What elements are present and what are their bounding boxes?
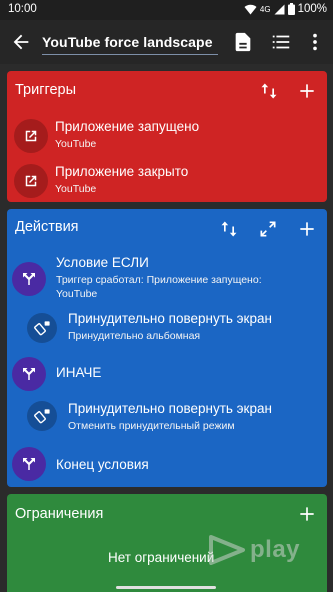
rotate-lock-icon [33, 408, 50, 423]
status-indicators: 4G 100% [244, 3, 327, 15]
signal-icon [274, 4, 285, 14]
action-icon-bg [27, 401, 57, 431]
trigger-icon-bg [14, 164, 48, 198]
macro-name-field[interactable]: YouTube force landscape [42, 30, 218, 55]
more-vert-icon[interactable] [304, 31, 326, 53]
expand-icon[interactable] [258, 219, 278, 239]
network-type: 4G [259, 5, 271, 14]
action-sub: Принудительно альбомная [68, 330, 201, 342]
trigger-sub: YouTube [55, 183, 97, 195]
battery-icon [287, 3, 295, 15]
action-sub-2: YouTube [56, 288, 98, 300]
add-constraint-icon[interactable] [297, 504, 317, 524]
split-icon [23, 273, 35, 285]
status-time: 10:00 [8, 3, 37, 15]
action-icon-bg [27, 313, 57, 343]
add-action-icon[interactable] [297, 219, 317, 239]
open-external-icon [25, 130, 37, 142]
list-icon[interactable] [270, 31, 292, 53]
rotate-lock-icon [33, 320, 50, 335]
action-icon-bg [12, 357, 46, 391]
add-trigger-icon[interactable] [297, 81, 317, 101]
open-external-icon [25, 175, 37, 187]
split-icon [23, 368, 35, 380]
reorder-icon[interactable] [219, 219, 239, 239]
action-icon-bg [12, 262, 46, 296]
action-icon-bg [12, 447, 46, 481]
status-bar: 10:00 4G 100% [0, 0, 333, 20]
watermark: play [208, 535, 300, 565]
gesture-bar [0, 582, 333, 592]
no-constraints-text: Нет ограничений [108, 550, 215, 565]
action-label: Принудительно повернуть экран [68, 401, 272, 416]
action-label: ИНАЧЕ [56, 365, 102, 380]
constraints-title: Ограничения [15, 506, 104, 522]
battery-level: 100% [297, 3, 327, 15]
macro-name-text: YouTube force landscape [42, 34, 213, 50]
action-label: Условие ЕСЛИ [56, 255, 149, 270]
actions-title: Действия [15, 219, 79, 235]
back-arrow-icon[interactable] [10, 31, 32, 53]
watermark-text: play [250, 536, 301, 563]
actions-card: Действия Условие ЕСЛИ Триггер сработал: … [7, 209, 327, 487]
reorder-icon[interactable] [259, 81, 279, 101]
triggers-title: Триггеры [15, 82, 77, 98]
action-label: Принудительно повернуть экран [68, 311, 272, 326]
triggers-card: Триггеры Приложение запущено YouTube При… [7, 71, 327, 202]
document-icon[interactable] [232, 31, 254, 53]
action-sub: Отменить принудительный режим [68, 420, 235, 432]
action-label: Конец условия [56, 457, 149, 472]
trigger-label: Приложение закрыто [55, 164, 189, 179]
trigger-sub: YouTube [55, 138, 97, 150]
trigger-icon-bg [14, 119, 48, 153]
play-logo-icon [209, 535, 245, 565]
trigger-label: Приложение запущено [55, 119, 200, 134]
action-sub: Триггер сработал: Приложение запущено: [56, 274, 262, 286]
wifi-icon [244, 4, 257, 14]
split-icon [23, 458, 35, 470]
app-bar: YouTube force landscape [0, 20, 333, 64]
home-indicator[interactable] [116, 586, 216, 589]
